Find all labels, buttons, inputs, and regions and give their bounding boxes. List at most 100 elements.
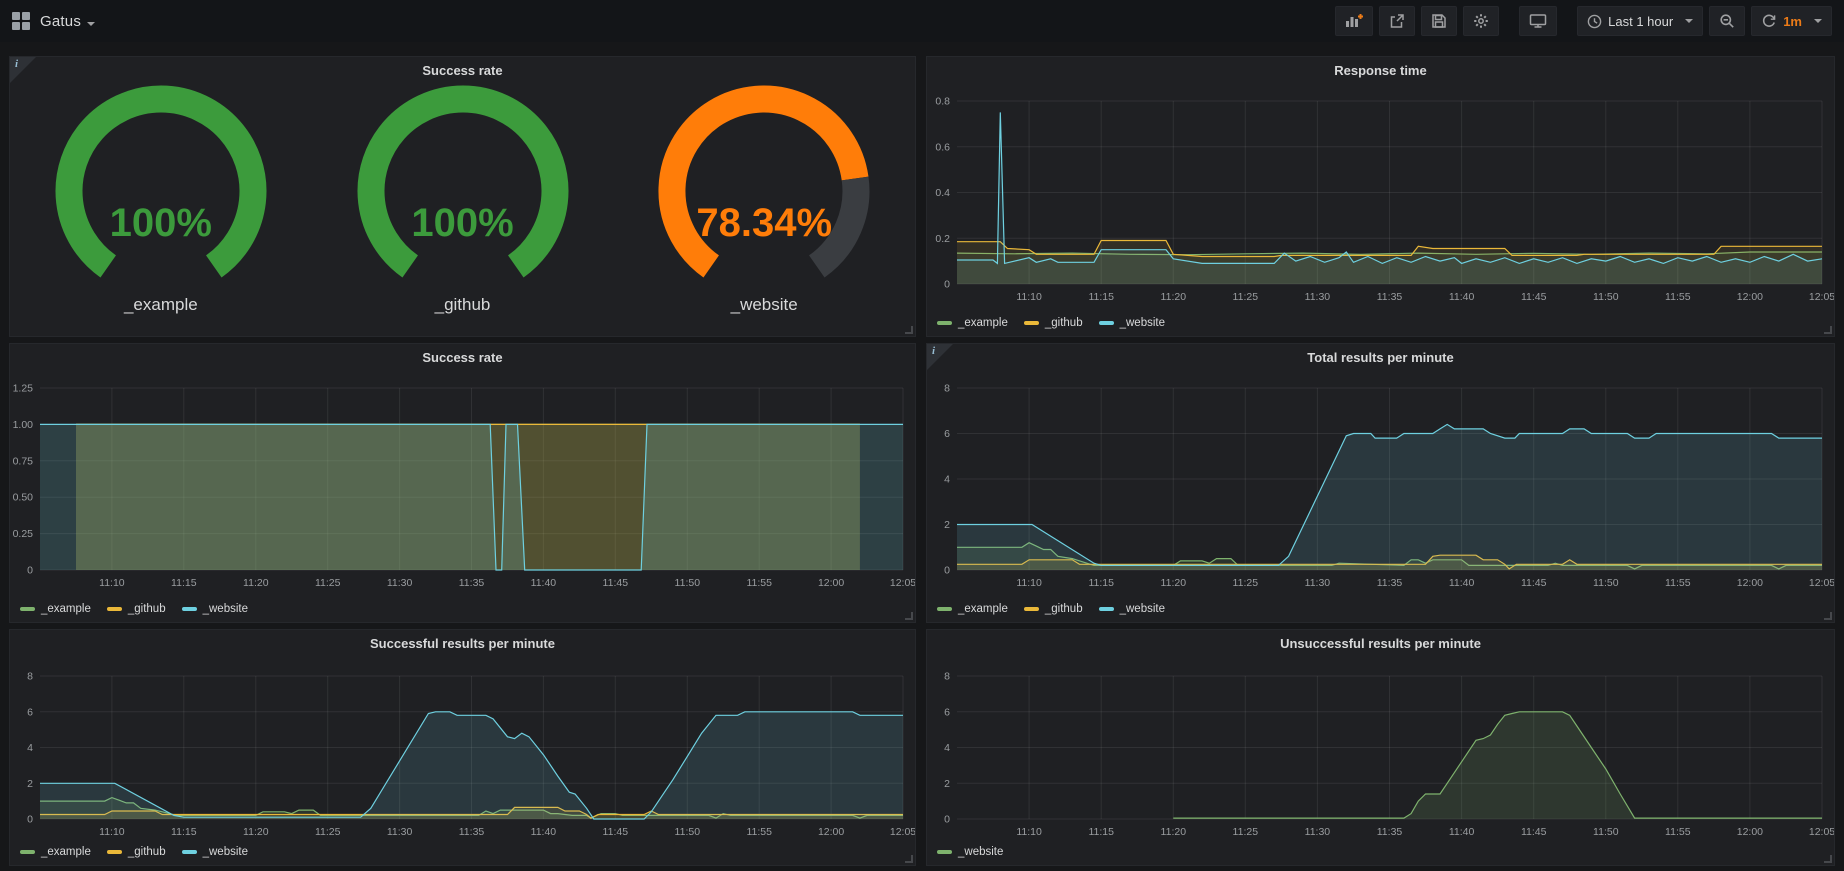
legend-label: _example bbox=[41, 603, 91, 615]
add-panel-icon bbox=[1345, 13, 1363, 29]
legend-item-_website[interactable]: _website bbox=[1099, 317, 1165, 329]
panel-unsuccessful-results: Unsuccessful results per minute 0246811:… bbox=[926, 629, 1835, 866]
svg-text:11:30: 11:30 bbox=[387, 577, 413, 589]
svg-text:11:55: 11:55 bbox=[746, 826, 772, 838]
legend-label: _github bbox=[1045, 317, 1083, 329]
legend-item-_website[interactable]: _website bbox=[1099, 603, 1165, 615]
monitor-icon bbox=[1529, 13, 1547, 29]
panel-title[interactable]: Success rate bbox=[10, 344, 915, 370]
panel-resize-handle[interactable] bbox=[1824, 855, 1832, 863]
svg-text:11:15: 11:15 bbox=[1088, 577, 1114, 589]
cycle-view-mode-button[interactable] bbox=[1519, 6, 1557, 36]
response-time-chart[interactable]: 00.20.40.60.811:1011:1511:2011:2511:3011… bbox=[927, 83, 1834, 312]
legend-label: _github bbox=[128, 846, 166, 858]
legend-item-_example[interactable]: _example bbox=[20, 603, 91, 615]
legend-swatch bbox=[20, 850, 35, 854]
series-fill-_website bbox=[40, 424, 903, 570]
svg-text:2: 2 bbox=[944, 519, 950, 531]
svg-text:0.8: 0.8 bbox=[935, 96, 950, 108]
zoom-out-button[interactable] bbox=[1709, 6, 1745, 36]
settings-button[interactable] bbox=[1463, 6, 1499, 36]
svg-text:1.25: 1.25 bbox=[13, 383, 34, 395]
gauge-_github[interactable]: 100% _github bbox=[312, 83, 614, 336]
chevron-down-icon bbox=[1814, 19, 1822, 23]
chart-svg: 0246811:1011:1511:2011:2511:3011:3511:40… bbox=[10, 656, 915, 841]
gauge-_website[interactable]: 78.34% _website bbox=[613, 83, 915, 336]
legend-item-_website[interactable]: _website bbox=[182, 603, 248, 615]
panel-resize-handle[interactable] bbox=[905, 612, 913, 620]
legend-swatch bbox=[1099, 607, 1114, 611]
total-results-chart[interactable]: 0246811:1011:1511:2011:2511:3011:3511:40… bbox=[927, 370, 1834, 598]
chevron-down-icon bbox=[1685, 19, 1693, 23]
legend-label: _website bbox=[1120, 603, 1165, 615]
svg-text:11:10: 11:10 bbox=[1016, 291, 1042, 303]
panel-title[interactable]: Success rate bbox=[10, 57, 915, 83]
grafana-logo-grid-icon[interactable] bbox=[12, 12, 30, 30]
svg-text:11:35: 11:35 bbox=[1377, 291, 1403, 303]
chart-svg: 0246811:1011:1511:2011:2511:3011:3511:40… bbox=[927, 370, 1834, 598]
legend-item-_website[interactable]: _website bbox=[182, 846, 248, 858]
success-rate-chart[interactable]: 00.250.500.751.001.2511:1011:1511:2011:2… bbox=[10, 370, 915, 598]
chart-legend: _example _github _website bbox=[937, 313, 1165, 333]
svg-text:11:55: 11:55 bbox=[746, 577, 772, 589]
svg-text:11:25: 11:25 bbox=[315, 577, 341, 589]
gauge-label: _example bbox=[10, 295, 312, 315]
svg-text:11:25: 11:25 bbox=[1233, 826, 1259, 838]
legend-item-_example[interactable]: _example bbox=[20, 846, 91, 858]
panel-response-time: Response time 00.20.40.60.811:1011:1511:… bbox=[926, 56, 1835, 337]
svg-text:8: 8 bbox=[944, 383, 950, 395]
svg-text:11:30: 11:30 bbox=[387, 826, 413, 838]
svg-text:4: 4 bbox=[944, 742, 950, 754]
dashboard-title[interactable]: Gatus bbox=[40, 13, 95, 30]
refresh-picker[interactable]: 1m bbox=[1751, 6, 1832, 36]
series-fill-_website bbox=[40, 712, 903, 819]
save-icon bbox=[1431, 13, 1447, 29]
unsuccessful-results-chart[interactable]: 0246811:1011:1511:2011:2511:3011:3511:40… bbox=[927, 656, 1834, 841]
panel-title[interactable]: Total results per minute bbox=[927, 344, 1834, 370]
legend-item-_github[interactable]: _github bbox=[1024, 317, 1083, 329]
svg-text:12:00: 12:00 bbox=[1737, 577, 1763, 589]
panel-resize-handle[interactable] bbox=[905, 326, 913, 334]
gridlines bbox=[957, 676, 1822, 819]
gauge-value: 78.34% bbox=[613, 201, 915, 246]
legend-swatch bbox=[1024, 607, 1039, 611]
series-fill-_website bbox=[1173, 712, 1822, 819]
svg-text:6: 6 bbox=[944, 706, 950, 718]
svg-text:11:50: 11:50 bbox=[675, 577, 701, 589]
svg-text:2: 2 bbox=[944, 778, 950, 790]
panel-info-corner-icon[interactable]: i bbox=[927, 344, 953, 370]
svg-text:4: 4 bbox=[944, 474, 950, 486]
panel-resize-handle[interactable] bbox=[1824, 612, 1832, 620]
svg-text:11:15: 11:15 bbox=[171, 826, 197, 838]
legend-swatch bbox=[937, 850, 952, 854]
legend-label: _website bbox=[1120, 317, 1165, 329]
panel-resize-handle[interactable] bbox=[1824, 326, 1832, 334]
panel-resize-handle[interactable] bbox=[905, 855, 913, 863]
svg-text:11:40: 11:40 bbox=[531, 577, 557, 589]
successful-results-chart[interactable]: 0246811:1011:1511:2011:2511:3011:3511:40… bbox=[10, 656, 915, 841]
share-button[interactable] bbox=[1379, 6, 1415, 36]
gauge-arc bbox=[31, 83, 291, 289]
svg-text:2: 2 bbox=[27, 778, 33, 790]
svg-text:11:20: 11:20 bbox=[243, 577, 269, 589]
save-button[interactable] bbox=[1421, 6, 1457, 36]
legend-swatch bbox=[107, 850, 122, 854]
panel-title[interactable]: Unsuccessful results per minute bbox=[927, 630, 1834, 656]
legend-item-_website[interactable]: _website bbox=[937, 846, 1003, 858]
legend-item-_github[interactable]: _github bbox=[1024, 603, 1083, 615]
svg-text:1.00: 1.00 bbox=[13, 419, 34, 431]
svg-text:11:55: 11:55 bbox=[1665, 826, 1691, 838]
panel-title[interactable]: Response time bbox=[927, 57, 1834, 83]
panel-info-corner-icon[interactable]: i bbox=[10, 57, 36, 83]
legend-label: _github bbox=[128, 603, 166, 615]
legend-item-_example[interactable]: _example bbox=[937, 603, 1008, 615]
svg-text:11:55: 11:55 bbox=[1665, 577, 1691, 589]
legend-item-_github[interactable]: _github bbox=[107, 603, 166, 615]
panel-title[interactable]: Successful results per minute bbox=[10, 630, 915, 656]
time-range-label: Last 1 hour bbox=[1608, 14, 1673, 29]
legend-item-_github[interactable]: _github bbox=[107, 846, 166, 858]
legend-item-_example[interactable]: _example bbox=[937, 317, 1008, 329]
gauge-_example[interactable]: 100% _example bbox=[10, 83, 312, 336]
add-panel-button[interactable] bbox=[1335, 6, 1373, 36]
time-range-picker[interactable]: Last 1 hour bbox=[1577, 6, 1703, 36]
